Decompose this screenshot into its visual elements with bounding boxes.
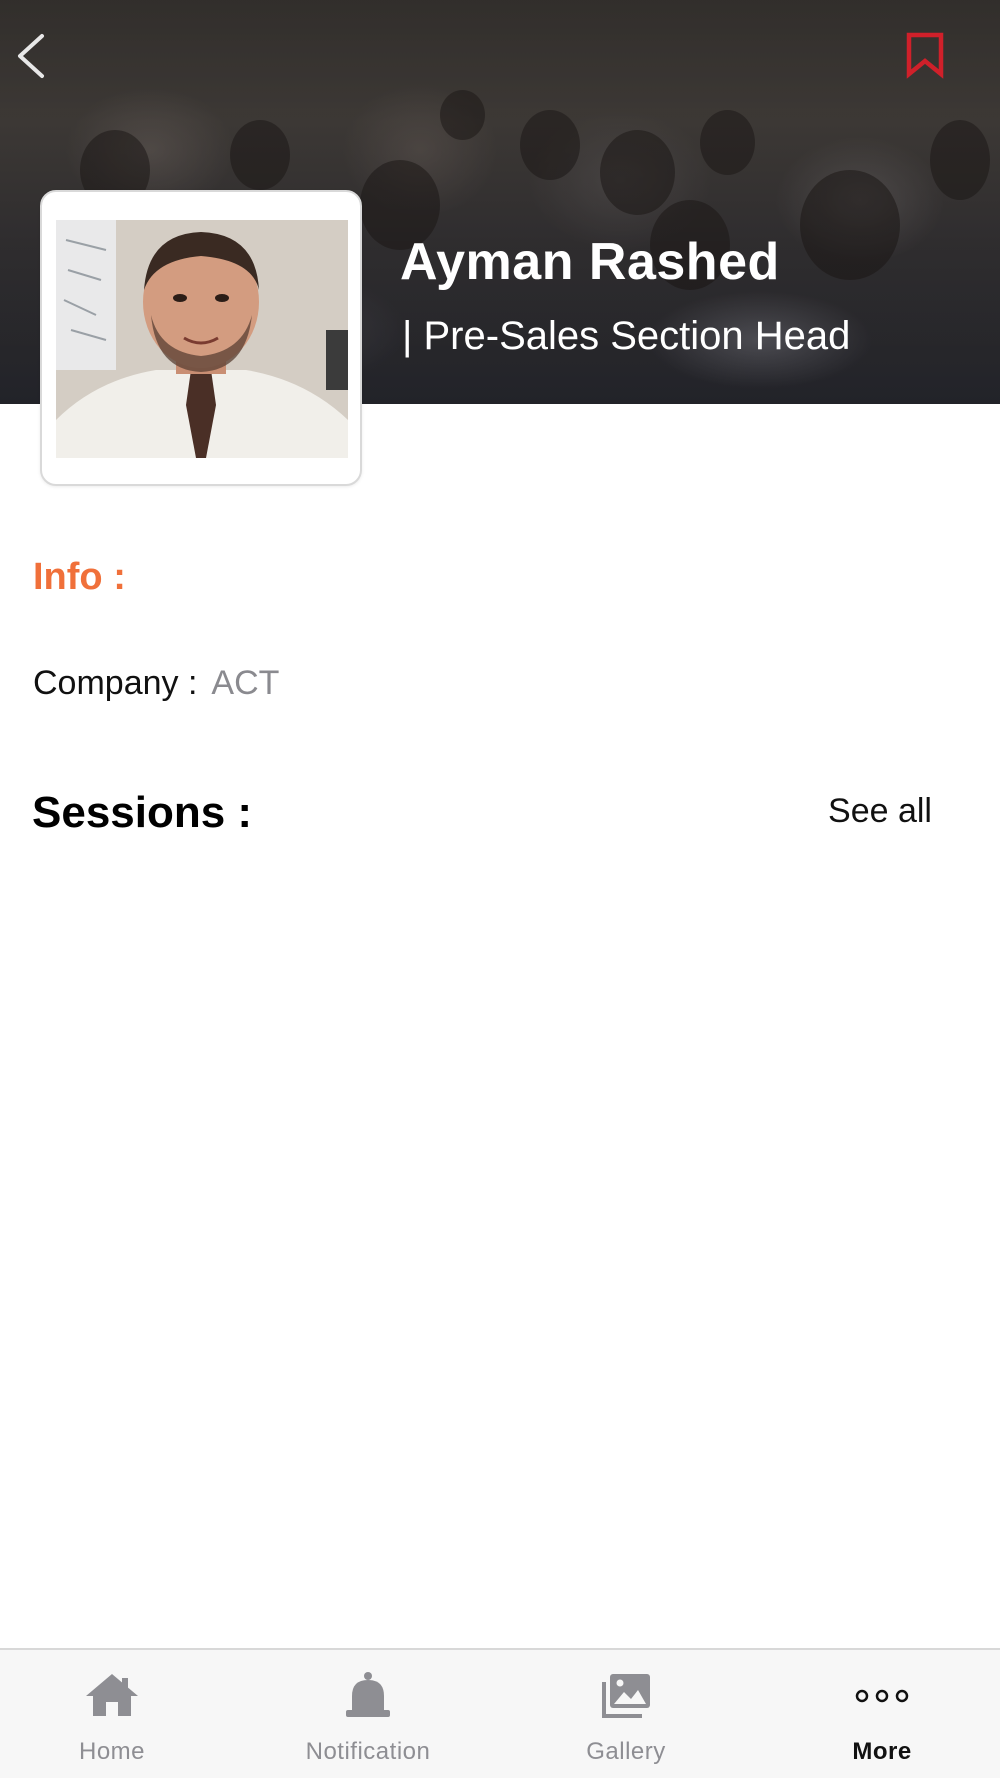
tab-notification-label: Notification [305,1738,431,1765]
home-icon [86,1674,138,1716]
sessions-heading: Sessions : [32,788,253,837]
gallery-icon [602,1674,650,1718]
tab-more[interactable]: More [772,1650,992,1778]
company-label: Company : [33,664,198,702]
see-all-link[interactable]: See all [828,792,932,831]
company-row: Company : ACT [33,664,279,703]
tab-more-label: More [852,1738,912,1765]
speaker-name: Ayman Rashed [400,233,780,291]
speaker-photo [56,220,348,458]
bell-icon [346,1672,390,1717]
tab-home-label: Home [78,1738,146,1765]
speaker-photo-card [40,190,362,486]
tab-gallery-label: Gallery [586,1738,666,1765]
tab-gallery[interactable]: Gallery [516,1650,736,1778]
bookmark-button[interactable] [902,30,948,80]
tab-home[interactable]: Home [2,1650,222,1778]
chevron-left-icon [18,34,44,78]
info-heading: Info : [33,556,126,598]
more-icon [855,1689,909,1703]
company-value: ACT [211,664,280,702]
speaker-job-title: | Pre-Sales Section Head [402,314,851,358]
tab-notification[interactable]: Notification [258,1650,478,1778]
bookmark-icon [906,32,944,79]
bottom-tab-bar: Home Notification Gallery More [0,1648,1000,1778]
speaker-detail-screen: Ayman Rashed | Pre-Sales Section Head In… [0,0,1000,1778]
back-button[interactable] [12,28,52,84]
